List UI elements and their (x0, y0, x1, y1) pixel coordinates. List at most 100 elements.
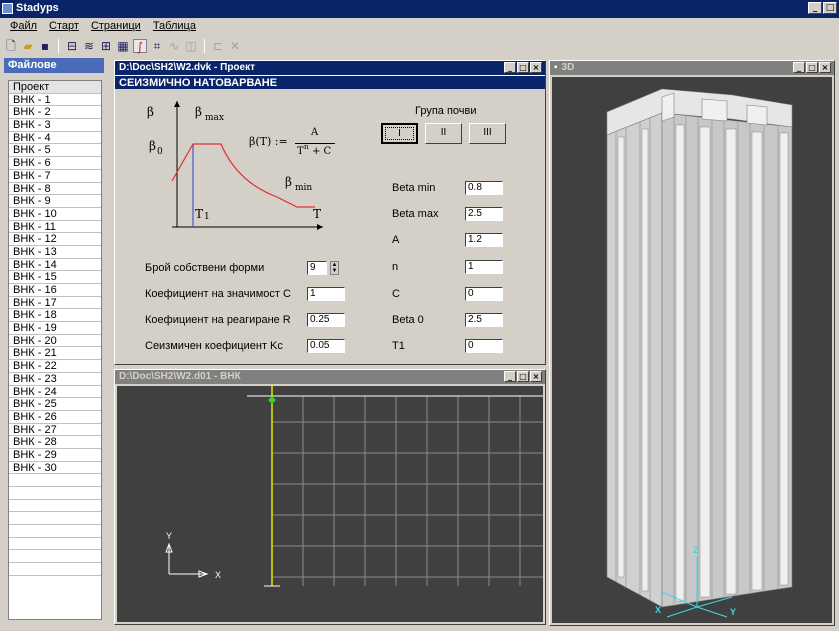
empty-row (9, 525, 101, 538)
list-item[interactable]: ВНК - 14 (9, 259, 101, 272)
box-icon[interactable]: ◫ (184, 39, 198, 53)
importance-coef-field[interactable]: 1 (307, 287, 345, 301)
app-logo-icon (2, 3, 13, 14)
list-item[interactable]: ВНК - 28 (9, 436, 101, 449)
list-item[interactable]: ВНК - 5 (9, 144, 101, 158)
table-icon[interactable]: ▦ (116, 39, 130, 53)
mode-count-field[interactable]: 9 (307, 261, 327, 275)
layers-icon[interactable]: ≋ (82, 39, 96, 53)
formula-fraction-bar (295, 143, 335, 144)
list-item[interactable]: ВНК - 15 (9, 271, 101, 284)
close-button[interactable]: × (819, 62, 831, 73)
beta-max-subscript: max (205, 113, 224, 123)
list-item[interactable]: ВНК - 21 (9, 347, 101, 361)
chart-icon[interactable]: ⌗ (150, 39, 164, 53)
param-label: A (392, 234, 400, 246)
list-item[interactable]: ВНК - 6 (9, 157, 101, 170)
list-item[interactable]: ВНК - 8 (9, 183, 101, 196)
list-item[interactable]: ВНК - 25 (9, 398, 101, 411)
menu-file[interactable]: Файл (10, 20, 37, 35)
minimize-button[interactable]: _ (504, 371, 516, 382)
list-item[interactable]: ВНК - 13 (9, 246, 101, 259)
empty-row (9, 500, 101, 513)
graph-icon[interactable]: ∫ (133, 39, 147, 54)
soil-group-iii-button[interactable]: III (469, 123, 506, 144)
list-item[interactable]: ВНК - 30 (9, 462, 101, 475)
list-item[interactable]: ВНК - 22 (9, 360, 101, 373)
toolbar-separator (204, 39, 205, 53)
list-item[interactable]: ВНК - 7 (9, 170, 101, 183)
soil-group-i-button[interactable]: I (381, 123, 418, 144)
beta0-field[interactable]: 2.5 (465, 313, 503, 327)
list-item[interactable]: ВНК - 29 (9, 449, 101, 462)
3d-y-axis-label: Y (730, 607, 737, 617)
list-item[interactable]: ВНК - 20 (9, 335, 101, 348)
new-file-icon[interactable]: 🗋 (4, 39, 18, 53)
curve-icon[interactable]: ∿ (167, 39, 181, 53)
list-item[interactable]: ВНК - 4 (9, 132, 101, 145)
3d-canvas[interactable]: X Y Z (552, 77, 832, 623)
beta0-label: β (149, 139, 156, 153)
wall-plan-canvas[interactable]: Y X (117, 386, 543, 622)
columns-icon[interactable]: ⊟ (65, 39, 79, 53)
files-list[interactable]: Проект ВНК - 1 ВНК - 2 ВНК - 3 ВНК - 4 В… (8, 80, 102, 620)
delete-icon[interactable]: ✕ (228, 39, 242, 53)
minimize-button[interactable]: _ (504, 62, 516, 73)
beta-diagram (171, 101, 323, 230)
list-item[interactable]: ВНК - 2 (9, 106, 101, 120)
status-bar (0, 626, 839, 631)
seismic-coef-field[interactable]: 0.05 (307, 339, 345, 353)
list-item[interactable]: ВНК - 24 (9, 386, 101, 399)
soil-group-ii-button[interactable]: II (425, 123, 462, 144)
beta-min-subscript: min (295, 183, 313, 193)
open-folder-icon[interactable]: ▰ (21, 39, 35, 53)
app-minimize-button[interactable]: _ (808, 2, 822, 14)
menu-start[interactable]: Старт (49, 20, 79, 35)
t1-subscript: 1 (204, 212, 210, 222)
mesh-icon[interactable]: ⊞ (99, 39, 113, 53)
list-item[interactable]: ВНК - 12 (9, 233, 101, 246)
empty-row (9, 538, 101, 551)
list-item[interactable]: ВНК - 27 (9, 424, 101, 437)
a-field[interactable]: 1.2 (465, 233, 503, 247)
close-button[interactable]: × (530, 371, 542, 382)
empty-row (9, 474, 101, 487)
close-button[interactable]: × (530, 62, 542, 73)
c-field[interactable]: 0 (465, 287, 503, 301)
t1-field[interactable]: 0 (465, 339, 503, 353)
maximize-button[interactable]: □ (806, 62, 818, 73)
files-panel-title: Файлове (4, 58, 104, 73)
beta-max-label: β (195, 105, 202, 119)
window-icon: ▪ (554, 62, 558, 73)
maximize-button[interactable]: □ (517, 62, 529, 73)
list-item[interactable]: ВНК - 23 (9, 373, 101, 386)
beta-min-field[interactable]: 0.8 (465, 181, 503, 195)
list-item[interactable]: ВНК - 11 (9, 221, 101, 234)
list-item[interactable]: ВНК - 1 (9, 94, 101, 107)
formula-denominator-c: + C (312, 146, 332, 157)
list-item[interactable]: ВНК - 18 (9, 309, 101, 323)
maximize-button[interactable]: □ (517, 371, 529, 382)
list-item[interactable]: Проект (9, 81, 101, 94)
mode-count-spinner[interactable]: ▲ ▼ (330, 261, 339, 275)
minimize-button[interactable]: _ (793, 62, 805, 73)
n-field[interactable]: 1 (465, 260, 503, 274)
save-icon[interactable]: ▪ (38, 39, 52, 53)
list-item[interactable]: ВНК - 16 (9, 284, 101, 297)
list-item[interactable]: ВНК - 17 (9, 297, 101, 310)
copy-icon[interactable]: ⊏ (211, 39, 225, 53)
app-maximize-button[interactable]: □ (823, 2, 837, 14)
3d-x-axis-label: X (655, 605, 662, 615)
files-panel: Файлове Проект ВНК - 1 ВНК - 2 ВНК - 3 В… (4, 58, 106, 626)
list-item[interactable]: ВНК - 9 (9, 195, 101, 208)
list-item[interactable]: ВНК - 10 (9, 208, 101, 221)
list-item[interactable]: ВНК - 19 (9, 322, 101, 335)
menu-pages[interactable]: Страници (91, 20, 141, 35)
response-coef-field[interactable]: 0.25 (307, 313, 345, 327)
menu-table[interactable]: Таблица (153, 20, 196, 35)
list-item[interactable]: ВНК - 26 (9, 411, 101, 424)
beta-axis-arrow (174, 101, 180, 107)
param-label: T1 (392, 340, 405, 352)
list-item[interactable]: ВНК - 3 (9, 119, 101, 132)
beta-max-field[interactable]: 2.5 (465, 207, 503, 221)
